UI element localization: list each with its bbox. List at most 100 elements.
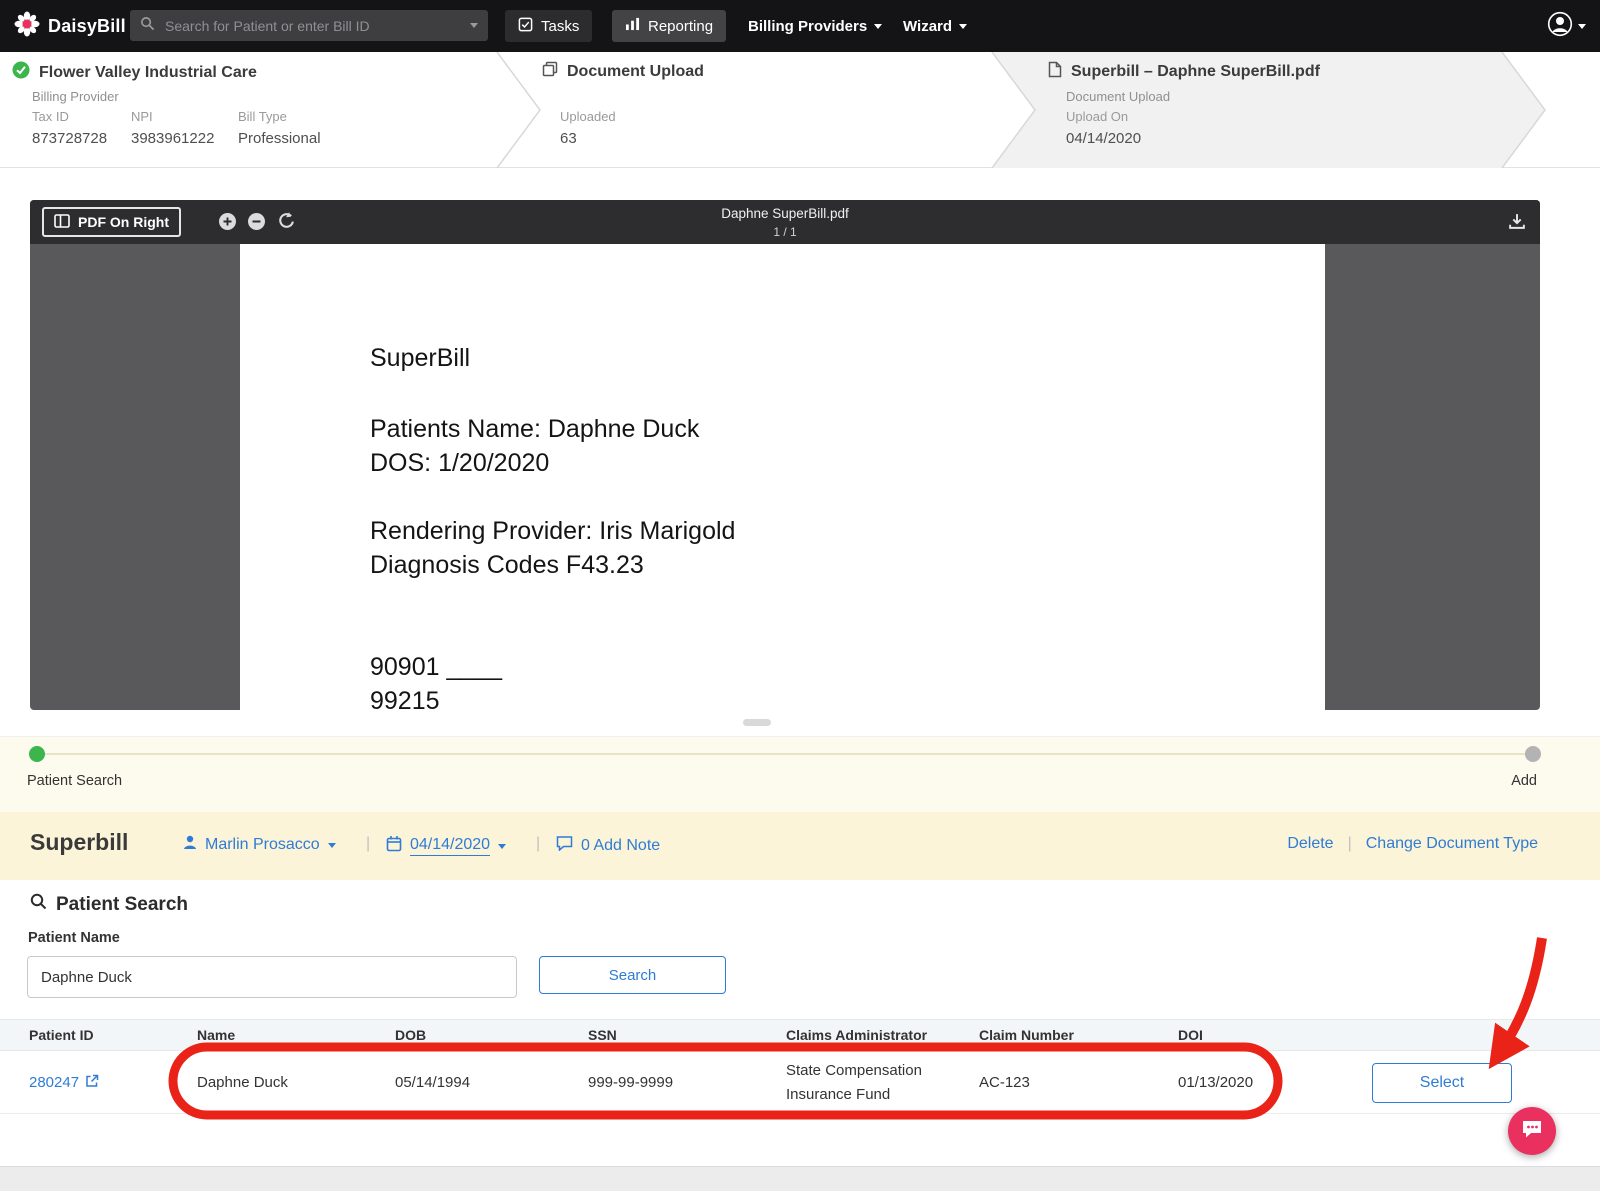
footer-strip	[0, 1166, 1600, 1191]
zoom-in-icon[interactable]	[218, 212, 237, 231]
pdf-toolbar: PDF On Right Daphne SuperBill.pdf 1 / 1	[30, 200, 1540, 244]
separator: |	[366, 835, 371, 852]
external-link-icon	[85, 1074, 99, 1092]
stepper-dot-add[interactable]	[1525, 746, 1541, 762]
billing-provider-name: Flower Valley Industrial Care	[39, 63, 257, 81]
rotate-icon[interactable]	[277, 211, 296, 230]
billing-provider-subtitle: Billing Provider	[32, 89, 119, 104]
chevron-down-icon	[959, 23, 968, 29]
chevron-down-icon	[327, 842, 336, 848]
pdf-title: Daphne SuperBill.pdf	[721, 206, 849, 221]
stepper-dot-patient-search[interactable]	[29, 746, 45, 762]
superbill-document-title: Superbill – Daphne SuperBill.pdf	[1071, 63, 1320, 80]
stepper-track	[37, 753, 1533, 755]
chevron-down-icon	[1578, 23, 1586, 29]
col-claim-number: Claim Number	[979, 1027, 1074, 1043]
doc-dos-line: DOS: 1/20/2020	[370, 449, 550, 477]
wizard-menu[interactable]: Wizard	[903, 0, 968, 52]
splitter-grip-handle[interactable]	[743, 719, 771, 726]
patient-name-input[interactable]	[27, 956, 517, 998]
tasks-icon	[518, 17, 533, 36]
date-dropdown[interactable]: 04/14/2020	[386, 835, 507, 857]
daisybill-logo[interactable]: DaisyBill	[14, 0, 126, 52]
document-date: 04/14/2020	[410, 836, 491, 856]
global-search[interactable]	[130, 10, 488, 41]
zoom-out-icon[interactable]	[247, 212, 266, 231]
superbill-header-bar: Superbill Marlin Prosacco | 04/14/2020 |…	[0, 812, 1600, 880]
patient-search-heading-label: Patient Search	[56, 893, 188, 915]
bill-type-field: Bill Type Professional	[238, 109, 321, 147]
bill-type-label: Bill Type	[238, 109, 287, 124]
uploaded-count: 63	[560, 130, 577, 147]
person-icon	[183, 835, 197, 855]
pdf-on-right-button[interactable]: PDF On Right	[42, 207, 181, 237]
npi-field: NPI 3983961222	[131, 109, 214, 147]
uploaded-label: Uploaded	[560, 109, 616, 124]
select-button[interactable]: Select	[1372, 1063, 1512, 1103]
delete-link[interactable]: Delete	[1287, 835, 1333, 853]
cell-claims-administrator: State Compensation Insurance Fund	[786, 1062, 922, 1103]
chevron-down-icon	[874, 23, 883, 29]
uploaded-field: Uploaded 63	[560, 109, 616, 147]
patient-id-link[interactable]: 280247	[29, 1074, 197, 1092]
user-account-icon	[1547, 11, 1573, 42]
separator: |	[536, 835, 541, 852]
breadcrumb-billing-provider[interactable]: Flower Valley Industrial Care Billing Pr…	[0, 52, 520, 168]
upload-on-value: 04/14/2020	[1066, 130, 1142, 147]
comment-icon	[556, 835, 573, 856]
global-search-input[interactable]	[163, 16, 462, 35]
account-menu[interactable]	[1547, 0, 1586, 52]
cell-ssn: 999-99-9999	[588, 1074, 674, 1091]
pdf-page: SuperBill Patients Name: Daphne Duck DOS…	[240, 244, 1325, 710]
superbill-document-subtitle: Document Upload	[1066, 89, 1171, 104]
screen: DaisyBill Tasks Reporting Billing Provid…	[0, 0, 1600, 1191]
search-icon	[140, 16, 155, 36]
stepper-label-patient-search: Patient Search	[27, 773, 123, 789]
billing-providers-label: Billing Providers	[748, 17, 868, 35]
doc-patient-line: Patients Name: Daphne Duck	[370, 415, 700, 443]
col-dob: DOB	[395, 1027, 427, 1043]
superbill-actions: Delete | Change Document Type	[1287, 835, 1538, 853]
breadcrumb-superbill-document[interactable]: Superbill – Daphne SuperBill.pdf Documen…	[1015, 52, 1545, 168]
top-nav: DaisyBill Tasks Reporting Billing Provid…	[0, 0, 1600, 52]
search-button[interactable]: Search	[539, 956, 726, 994]
assignee-name: Marlin Prosacco	[205, 836, 320, 853]
billing-providers-menu[interactable]: Billing Providers	[748, 0, 883, 52]
results-table-header: Patient ID Name DOB SSN Claims Administr…	[0, 1019, 1600, 1051]
chat-button[interactable]	[1508, 1107, 1556, 1155]
patient-name-label: Patient Name	[28, 930, 120, 946]
doc-code-line-1: 90901 ____	[370, 653, 503, 681]
col-ssn: SSN	[588, 1027, 617, 1043]
layout-panel-icon	[54, 213, 70, 231]
superbill-title: Superbill	[30, 829, 129, 855]
breadcrumb-document-upload[interactable]: Document Upload Uploaded 63	[520, 52, 1015, 168]
breadcrumb: Flower Valley Industrial Care Billing Pr…	[0, 52, 1600, 168]
tasks-button[interactable]: Tasks	[505, 10, 593, 42]
assignee-dropdown[interactable]: Marlin Prosacco	[183, 835, 336, 855]
doc-heading: SuperBill	[370, 344, 471, 372]
pdf-page-indicator: 1 / 1	[773, 225, 797, 239]
cell-dob: 05/14/1994	[395, 1074, 471, 1091]
workflow-stepper: Patient Search Add	[0, 736, 1600, 812]
download-icon[interactable]	[1508, 212, 1526, 230]
search-icon	[30, 893, 47, 916]
chevron-down-icon[interactable]	[470, 23, 478, 28]
chat-bubble-icon	[1520, 1117, 1544, 1146]
chevron-down-icon	[498, 843, 507, 849]
col-name: Name	[197, 1027, 236, 1043]
stepper-label-add: Add	[1511, 773, 1537, 789]
upload-on-field: Upload On 04/14/2020	[1066, 109, 1141, 147]
tasks-label: Tasks	[541, 17, 580, 35]
add-note-label: 0 Add Note	[581, 836, 661, 854]
table-row: 280247 Daphne Duck 05/14/1994 999-99-999…	[0, 1052, 1600, 1114]
npi-value: 3983961222	[131, 130, 215, 147]
reporting-button[interactable]: Reporting	[612, 10, 727, 42]
doc-code-line-2: 99215	[370, 687, 440, 710]
change-document-type-link[interactable]: Change Document Type	[1366, 835, 1538, 853]
patient-id-value: 280247	[29, 1074, 80, 1091]
pdf-on-right-label: PDF On Right	[78, 214, 169, 230]
upload-on-label: Upload On	[1066, 109, 1129, 124]
col-patient-id: Patient ID	[29, 1027, 94, 1043]
reporting-label: Reporting	[648, 17, 714, 35]
add-note-link[interactable]: 0 Add Note	[556, 835, 660, 856]
